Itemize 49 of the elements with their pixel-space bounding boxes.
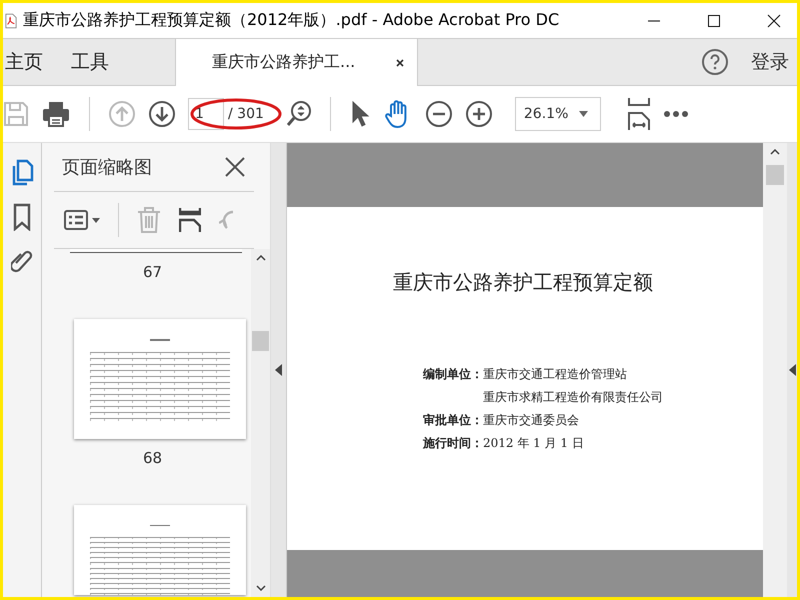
entry-value: 重庆市求精工程造价有限责任公司 bbox=[483, 389, 663, 406]
arrow-down-icon[interactable] bbox=[148, 100, 176, 128]
bookmark-icon[interactable] bbox=[12, 203, 32, 231]
zoom-magnifier-icon[interactable] bbox=[286, 100, 312, 128]
login-link[interactable]: 登录 bbox=[751, 49, 797, 75]
options-menu-button[interactable] bbox=[64, 210, 100, 230]
document-title: 重庆市公路养护工程预算定额 bbox=[393, 269, 654, 296]
page-count: / 301 bbox=[228, 106, 265, 122]
page-thumbnail[interactable] bbox=[74, 319, 246, 439]
entry-value: 重庆市交通委员会 bbox=[483, 412, 579, 429]
caret-icon bbox=[92, 218, 100, 222]
list-icon bbox=[64, 210, 88, 230]
page-thumbnail[interactable] bbox=[70, 249, 242, 253]
zoom-in-icon[interactable] bbox=[464, 100, 493, 128]
pdf-file-icon bbox=[5, 12, 17, 28]
entry-value: 2012 年 1 月 1 日 bbox=[483, 435, 584, 452]
panel-title: 页面缩略图 bbox=[62, 156, 152, 179]
scroll-thumb[interactable] bbox=[252, 331, 269, 351]
entry-value: 重庆市交通工程造价管理站 bbox=[483, 366, 627, 383]
close-icon[interactable] bbox=[224, 156, 246, 178]
scrollbar[interactable] bbox=[763, 143, 787, 597]
page-thumbnail[interactable] bbox=[74, 505, 246, 595]
collapse-left-icon[interactable] bbox=[275, 364, 282, 376]
fit-page-icon[interactable] bbox=[626, 97, 651, 131]
caret-icon bbox=[578, 111, 588, 117]
entry-label: 编制单位： bbox=[423, 367, 483, 381]
tab[interactable]: 工具 bbox=[69, 39, 123, 85]
page-number-label: 67 bbox=[142, 263, 162, 281]
entry-label: 审批单位： bbox=[423, 413, 483, 427]
zoom-out-icon[interactable] bbox=[424, 100, 453, 128]
close-icon[interactable] bbox=[395, 58, 406, 68]
tab[interactable]: 重庆市公路养护工... bbox=[175, 39, 418, 86]
insert-page-icon[interactable] bbox=[179, 207, 201, 233]
help-icon[interactable] bbox=[701, 48, 729, 76]
printer-icon[interactable] bbox=[41, 100, 71, 128]
scroll-thumb[interactable] bbox=[766, 165, 784, 185]
window-title: 重庆市公路养护工程预算定额（2012年版）.pdf - Adobe Acrobat Pro DC bbox=[23, 10, 560, 31]
scrollbar[interactable] bbox=[251, 249, 270, 597]
more-icon[interactable] bbox=[662, 110, 689, 118]
entry-label: 施行时间： bbox=[423, 436, 483, 450]
scroll-down-icon[interactable] bbox=[256, 585, 266, 591]
zoom-dropdown[interactable]: 26.1% bbox=[514, 97, 601, 131]
scroll-up-icon[interactable] bbox=[770, 149, 780, 155]
maximize-icon[interactable] bbox=[707, 14, 721, 28]
close-icon[interactable] bbox=[767, 14, 781, 28]
pages-icon[interactable] bbox=[10, 159, 34, 187]
scroll-up-icon[interactable] bbox=[256, 255, 266, 261]
page-number-label: 68 bbox=[142, 449, 162, 467]
tab[interactable]: 主页 bbox=[3, 39, 57, 85]
